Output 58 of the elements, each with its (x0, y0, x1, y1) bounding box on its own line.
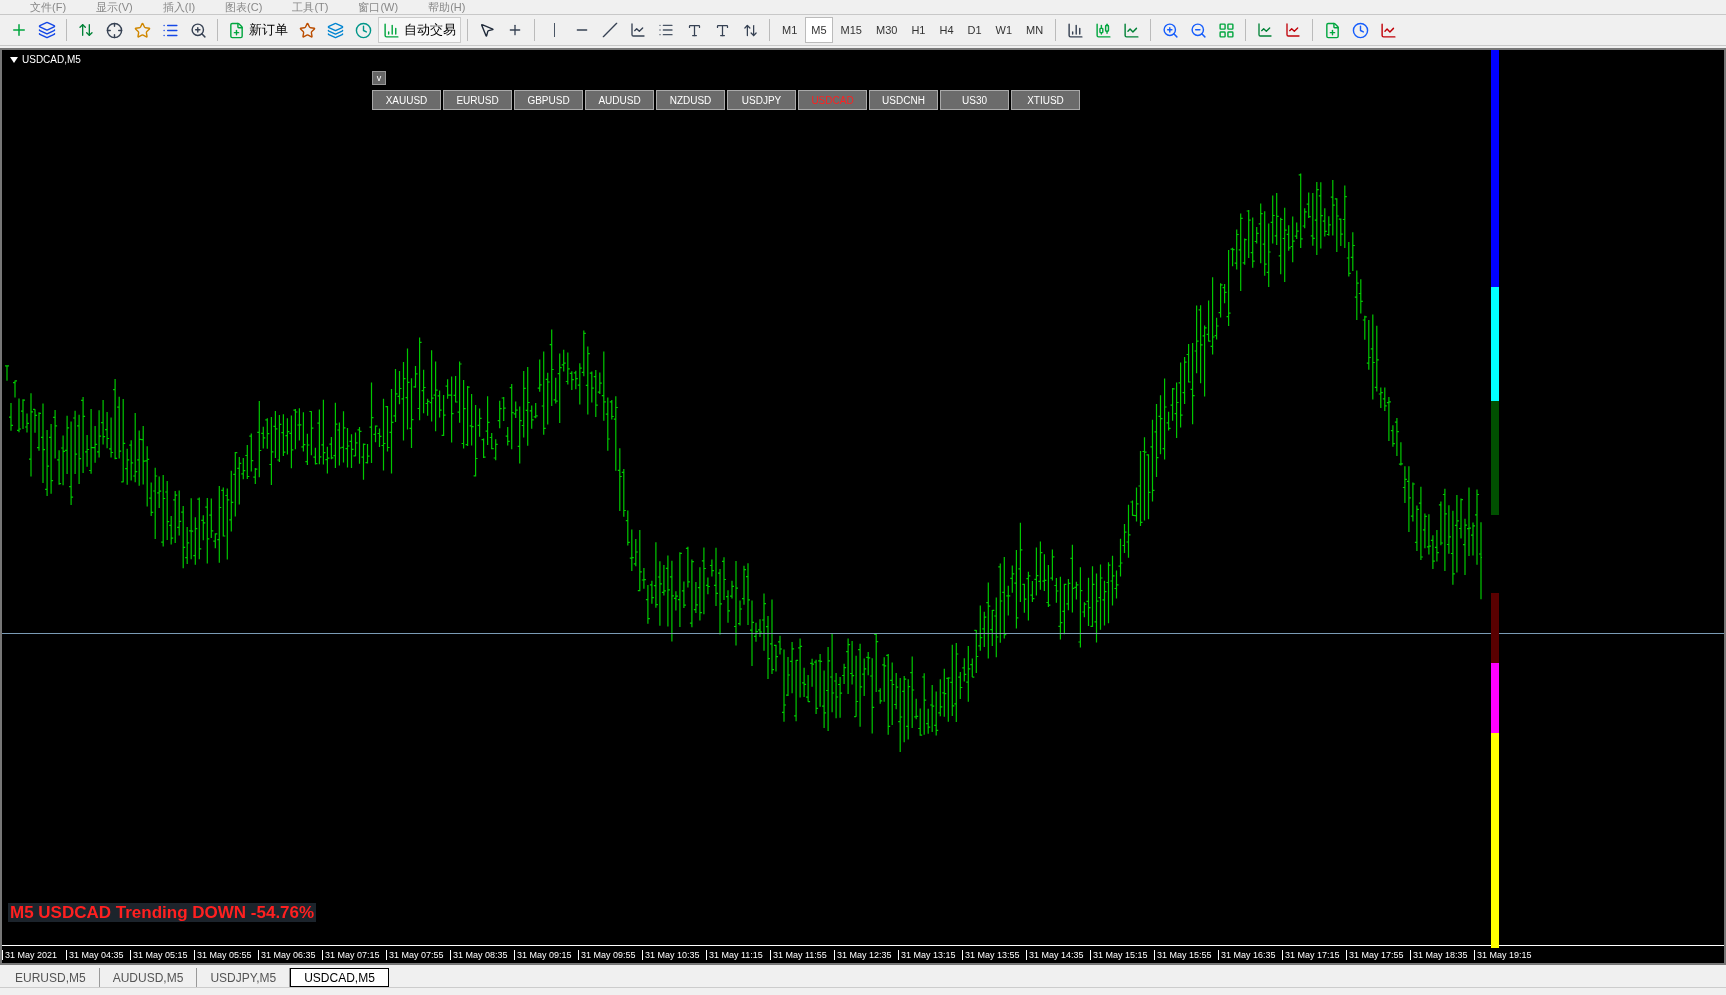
time-label: 31 May 17:15 (1282, 949, 1346, 960)
symbol-button[interactable]: XAUUSD (372, 90, 441, 110)
new-order-button[interactable]: 新订单 (224, 20, 292, 40)
time-label: 31 May 05:15 (130, 949, 194, 960)
timeframe-button[interactable]: W1 (989, 17, 1019, 43)
time-label: 31 May 10:35 (642, 949, 706, 960)
collapse-triangle-icon[interactable] (10, 56, 18, 63)
time-label: 31 May 19:15 (1474, 949, 1538, 960)
time-label: 31 May 13:15 (898, 949, 962, 960)
time-label: 31 May 04:35 (66, 949, 130, 960)
menu-item[interactable]: 帮助(H) (428, 1, 466, 13)
timeframe-button[interactable]: M1 (776, 17, 804, 43)
auto-trading-button[interactable]: 自动交易 (378, 17, 461, 43)
time-label: 31 May 13:55 (962, 949, 1026, 960)
time-label: 31 May 15:15 (1090, 949, 1154, 960)
timeframe-button[interactable]: H4 (933, 17, 960, 43)
time-label: 31 May 07:15 (322, 949, 386, 960)
symbol-button[interactable]: US30 (940, 90, 1009, 110)
time-label: 31 May 09:15 (514, 949, 578, 960)
time-label: 31 May 07:55 (386, 949, 450, 960)
symbol-button[interactable]: EURUSD (443, 90, 512, 110)
menu-item[interactable]: 图表(C) (225, 1, 263, 13)
collapse-button[interactable]: v (372, 71, 386, 85)
time-label: 31 May 11:55 (770, 949, 834, 960)
new-order-icon (228, 21, 245, 39)
time-label: 31 May 18:35 (1410, 949, 1474, 960)
trend-signal-text: M5 USDCAD Trending DOWN -54.76% (8, 902, 317, 922)
menu-item[interactable]: 窗口(W) (358, 1, 399, 13)
timeframe-button[interactable]: H1 (905, 17, 932, 43)
menu-item[interactable]: 显示(V) (96, 1, 133, 13)
time-label: 31 May 12:35 (834, 949, 898, 960)
time-label: 31 May 09:55 (578, 949, 642, 960)
symbol-button[interactable]: USDCNH (869, 90, 938, 110)
time-label: 31 May 06:35 (258, 949, 322, 960)
timeframe-button[interactable]: MN (1020, 17, 1050, 43)
menu-item[interactable]: 插入(I) (162, 1, 196, 13)
timeframe-button[interactable]: M15 (834, 17, 868, 43)
time-label: 31 May 16:35 (1218, 949, 1282, 960)
time-label: 31 May 05:55 (194, 949, 258, 960)
bar-chart-icon (383, 21, 400, 39)
menu-item[interactable]: 工具(T) (292, 1, 329, 13)
timeframe-button[interactable]: M30 (869, 17, 904, 43)
time-label: 31 May 2021 (2, 949, 66, 960)
timeframe-button[interactable]: M5 (805, 17, 833, 43)
chart-title: USDCAD,M5 (22, 53, 81, 67)
menu-item[interactable]: 文件(F) (30, 1, 67, 13)
time-label: 31 May 15:55 (1154, 949, 1218, 960)
time-label: 31 May 11:15 (706, 949, 770, 960)
symbol-button[interactable]: USDJPY (727, 90, 796, 110)
time-label: 31 May 14:35 (1026, 949, 1090, 960)
timeframe-button[interactable]: D1 (961, 17, 988, 43)
time-label: 31 May 08:35 (450, 949, 514, 960)
symbol-button[interactable]: XTIUSD (1011, 90, 1080, 110)
chart-tab[interactable]: USDCAD,M5 (290, 968, 389, 987)
symbol-button[interactable]: AUDUSD (585, 90, 654, 110)
symbol-button[interactable]: GBPUSD (514, 90, 583, 110)
time-label: 31 May 17:55 (1346, 949, 1410, 960)
symbol-button[interactable]: NZDUSD (656, 90, 725, 110)
